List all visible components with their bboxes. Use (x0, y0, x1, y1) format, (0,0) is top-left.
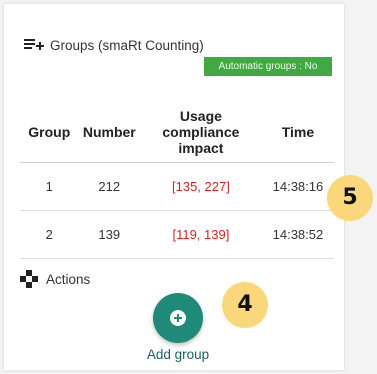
groups-header: Groups (smaRt Counting) (24, 37, 204, 53)
table-row[interactable]: 1 212 [135, 227] 14:38:16 (20, 162, 334, 211)
add-group-button[interactable] (153, 293, 203, 343)
cell-time: 14:38:52 (261, 210, 334, 259)
cell-time: 14:38:16 (261, 162, 334, 211)
add-group-label[interactable]: Add group (124, 347, 232, 362)
cell-usage: [119, 139] (139, 210, 262, 259)
column-header-usage: Usage compliance impact (139, 102, 262, 163)
cell-group: 2 (20, 210, 79, 259)
groups-title: Groups (smaRt Counting) (50, 37, 204, 53)
cell-group: 1 (20, 162, 79, 211)
actions-title: Actions (46, 271, 91, 287)
plus-circle-icon (170, 310, 186, 326)
groups-panel: Groups (smaRt Counting) Automatic groups… (4, 4, 344, 370)
gamepad-icon (18, 268, 40, 290)
column-header-group: Group (20, 102, 79, 163)
table-row[interactable]: 2 139 [119, 139] 14:38:52 (20, 210, 334, 259)
cell-number: 139 (78, 210, 140, 259)
step-marker-5: 5 (327, 175, 373, 221)
groups-table: Group Number Usage compliance impact Tim… (20, 102, 334, 259)
table-header-row: Group Number Usage compliance impact Tim… (20, 102, 334, 163)
automatic-groups-badge: Automatic groups : No (204, 57, 332, 76)
column-header-number: Number (78, 102, 140, 163)
step-marker-4: 4 (222, 282, 268, 328)
cell-number: 212 (78, 162, 140, 211)
actions-header: Actions (18, 268, 90, 290)
column-header-time: Time (261, 102, 334, 163)
list-add-icon (24, 37, 44, 53)
cell-usage: [135, 227] (139, 162, 262, 211)
